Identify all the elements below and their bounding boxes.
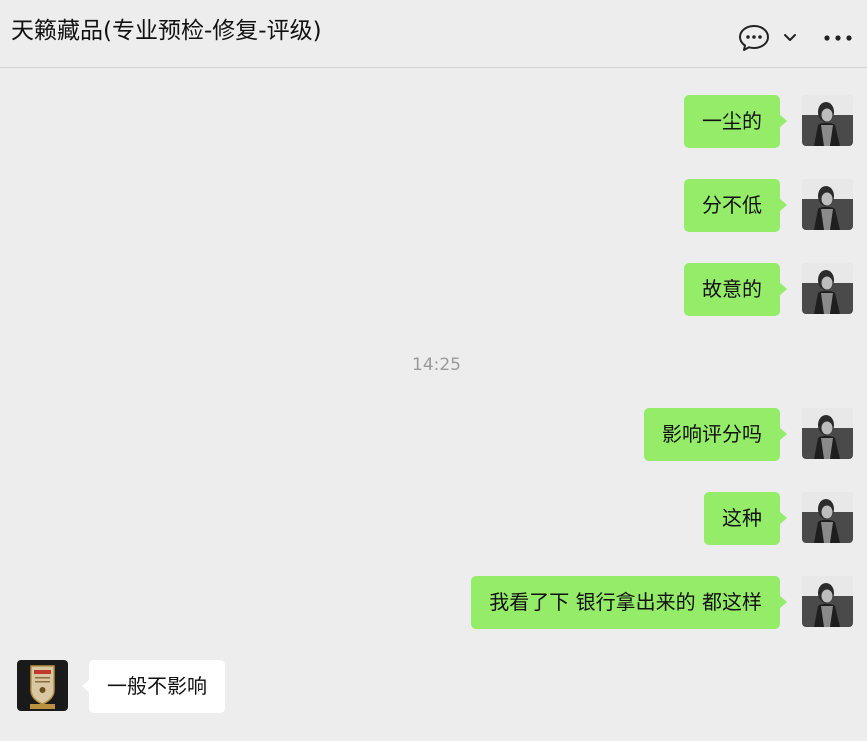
message-bubble-sent[interactable]: 这种	[704, 492, 787, 545]
chat-header: 天籁藏品(专业预检-修复-评级)	[0, 0, 867, 68]
my-avatar[interactable]	[802, 95, 853, 146]
chat-bubble-icon[interactable]	[738, 24, 770, 52]
message-bubble-sent[interactable]: 故意的	[684, 263, 787, 316]
message-bubble-received[interactable]: 一般不影响	[82, 660, 225, 713]
my-avatar[interactable]	[802, 408, 853, 459]
more-options-icon[interactable]	[822, 30, 854, 46]
message-bubble-sent[interactable]: 分不低	[684, 179, 787, 232]
my-avatar[interactable]	[802, 179, 853, 230]
contact-avatar[interactable]	[17, 660, 68, 711]
chat-title[interactable]: 天籁藏品(专业预检-修复-评级)	[11, 11, 322, 45]
my-avatar[interactable]	[802, 492, 853, 543]
message-bubble-sent[interactable]: 影响评分吗	[644, 408, 787, 461]
my-avatar[interactable]	[802, 576, 853, 627]
message-bubble-sent[interactable]: 我看了下 银行拿出来的 都这样	[471, 576, 787, 629]
message-bubble-sent[interactable]: 一尘的	[684, 95, 787, 148]
chevron-down-icon[interactable]	[781, 30, 799, 46]
my-avatar[interactable]	[802, 263, 853, 314]
message-timestamp: 14:25	[412, 355, 461, 375]
